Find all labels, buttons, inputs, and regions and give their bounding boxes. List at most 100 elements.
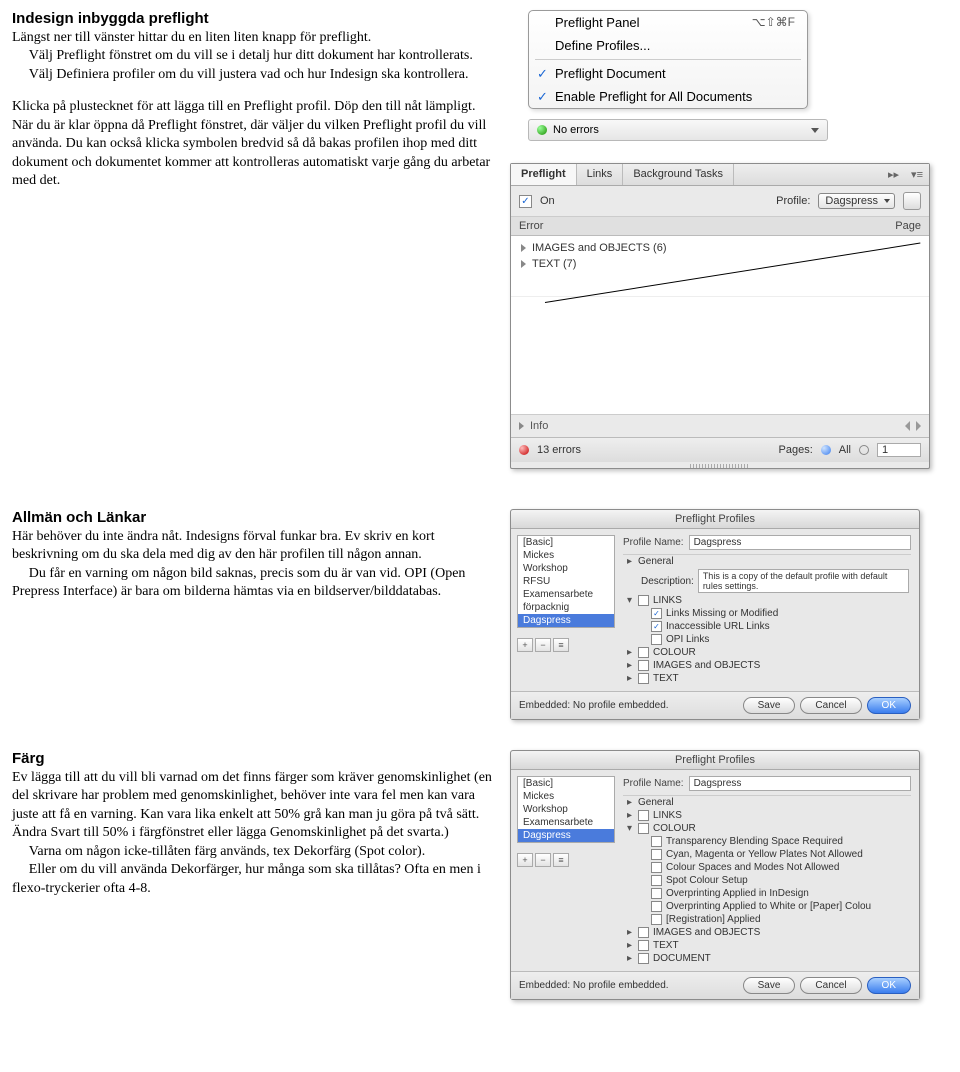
- cat-row[interactable]: ▸LINKS: [623, 809, 911, 822]
- sidebar-item[interactable]: RFSU: [518, 575, 614, 588]
- cat-row[interactable]: ▸IMAGES and OBJECTS: [623, 926, 911, 939]
- cat-row[interactable]: ▸COLOUR: [623, 646, 911, 659]
- profile-menu-button[interactable]: ≡: [553, 853, 569, 867]
- cat-checkbox[interactable]: [638, 927, 649, 938]
- cat-checkbox[interactable]: [638, 953, 649, 964]
- cat-checkbox[interactable]: [651, 849, 662, 860]
- menu-preflight-panel[interactable]: Preflight Panel ⌥⇧⌘F: [529, 11, 807, 34]
- cat-row[interactable]: Overprinting Applied in InDesign: [623, 887, 911, 900]
- disclosure-icon[interactable]: ▸: [625, 660, 634, 671]
- cat-checkbox[interactable]: [651, 875, 662, 886]
- disclosure-icon[interactable]: ▸: [625, 810, 634, 821]
- cat-row[interactable]: Transparency Blending Space Required: [623, 835, 911, 848]
- cat-row[interactable]: ▸TEXT: [623, 939, 911, 952]
- profile-menu-button[interactable]: ≡: [553, 638, 569, 652]
- disclosure-icon[interactable]: ▸: [625, 797, 634, 808]
- cat-checkbox[interactable]: [651, 862, 662, 873]
- tab-preflight[interactable]: Preflight: [511, 164, 577, 185]
- sidebar-item[interactable]: Examensarbete: [518, 588, 614, 601]
- panel-menu-icon[interactable]: ▾≡: [905, 164, 929, 185]
- sidebar-item[interactable]: Dagspress: [518, 829, 614, 842]
- sidebar-item[interactable]: Workshop: [518, 803, 614, 816]
- cat-checkbox[interactable]: [638, 810, 649, 821]
- cat-row[interactable]: [Registration] Applied: [623, 913, 911, 926]
- disclosure-icon[interactable]: ▸: [625, 673, 634, 684]
- menu-enable-all-documents[interactable]: Enable Preflight for All Documents: [529, 85, 807, 108]
- add-profile-button[interactable]: +: [517, 638, 533, 652]
- sidebar-item[interactable]: Mickes: [518, 790, 614, 803]
- cancel-button[interactable]: Cancel: [800, 697, 861, 714]
- prev-error-icon[interactable]: [905, 421, 910, 431]
- cat-row[interactable]: Spot Colour Setup: [623, 874, 911, 887]
- cat-checkbox[interactable]: [638, 823, 649, 834]
- disclosure-icon[interactable]: ▾: [625, 595, 634, 606]
- pages-all-radio[interactable]: [821, 445, 831, 455]
- disclosure-icon[interactable]: [519, 422, 524, 430]
- embed-profile-button[interactable]: [903, 192, 921, 210]
- description-field[interactable]: This is a copy of the default profile wi…: [698, 569, 909, 593]
- add-profile-button[interactable]: +: [517, 853, 533, 867]
- cat-row[interactable]: ▾LINKS: [623, 594, 911, 607]
- sidebar-item[interactable]: Examensarbete: [518, 816, 614, 829]
- disclosure-icon[interactable]: ▸: [625, 927, 634, 938]
- cancel-button[interactable]: Cancel: [800, 977, 861, 994]
- ok-button[interactable]: OK: [867, 697, 911, 714]
- panel-collapse-icon[interactable]: ▸▸: [882, 164, 905, 185]
- cat-row[interactable]: Cyan, Magenta or Yellow Plates Not Allow…: [623, 848, 911, 861]
- cat-checkbox[interactable]: [638, 647, 649, 658]
- profile-name-field[interactable]: Dagspress: [689, 776, 911, 791]
- profile-name-field[interactable]: Dagspress: [689, 535, 911, 550]
- cat-row[interactable]: Colour Spaces and Modes Not Allowed: [623, 861, 911, 874]
- cat-checkbox[interactable]: [638, 940, 649, 951]
- cat-checkbox[interactable]: ✓: [651, 621, 662, 632]
- list-item[interactable]: IMAGES and OBJECTS (6): [511, 240, 929, 256]
- disclosure-icon[interactable]: ▾: [625, 823, 634, 834]
- preflight-on-checkbox[interactable]: ✓: [519, 195, 532, 208]
- cat-row[interactable]: ▸General: [623, 796, 911, 809]
- sidebar-item[interactable]: Workshop: [518, 562, 614, 575]
- cat-checkbox[interactable]: [638, 660, 649, 671]
- cat-row[interactable]: ▾COLOUR: [623, 822, 911, 835]
- sidebar-item[interactable]: [Basic]: [518, 536, 614, 549]
- sidebar-item[interactable]: [Basic]: [518, 777, 614, 790]
- tab-links[interactable]: Links: [577, 164, 624, 185]
- menu-define-profiles[interactable]: Define Profiles...: [529, 34, 807, 57]
- cat-row[interactable]: ▸General: [623, 555, 911, 568]
- cat-checkbox[interactable]: [651, 901, 662, 912]
- profile-select[interactable]: Dagspress: [818, 193, 895, 209]
- dropdown-icon[interactable]: [811, 128, 819, 133]
- resize-grip-icon[interactable]: [690, 464, 750, 468]
- sidebar-item[interactable]: Mickes: [518, 549, 614, 562]
- delete-profile-button[interactable]: −: [535, 853, 551, 867]
- list-item[interactable]: TEXT (7): [511, 256, 929, 272]
- cat-row[interactable]: ✓Links Missing or Modified: [623, 607, 911, 620]
- cat-checkbox[interactable]: [638, 595, 649, 606]
- cat-checkbox[interactable]: [651, 914, 662, 925]
- cat-checkbox[interactable]: [651, 634, 662, 645]
- save-button[interactable]: Save: [743, 977, 796, 994]
- delete-profile-button[interactable]: −: [535, 638, 551, 652]
- menu-preflight-document[interactable]: Preflight Document: [529, 62, 807, 85]
- cat-row[interactable]: ▸IMAGES and OBJECTS: [623, 659, 911, 672]
- cat-checkbox[interactable]: [651, 888, 662, 899]
- cat-row[interactable]: ▸DOCUMENT: [623, 952, 911, 965]
- save-button[interactable]: Save: [743, 697, 796, 714]
- ok-button[interactable]: OK: [867, 977, 911, 994]
- cat-row[interactable]: Overprinting Applied to White or [Paper]…: [623, 900, 911, 913]
- sidebar-item[interactable]: Dagspress: [518, 614, 614, 627]
- cat-checkbox[interactable]: [638, 673, 649, 684]
- disclosure-icon[interactable]: [521, 244, 526, 252]
- cat-checkbox[interactable]: ✓: [651, 608, 662, 619]
- preflight-status-bar[interactable]: No errors: [528, 119, 828, 141]
- cat-checkbox[interactable]: [651, 836, 662, 847]
- cat-row[interactable]: OPI Links: [623, 633, 911, 646]
- disclosure-icon[interactable]: [521, 260, 526, 268]
- next-error-icon[interactable]: [916, 421, 921, 431]
- page-field[interactable]: 1: [877, 443, 921, 457]
- disclosure-icon[interactable]: ▸: [625, 953, 634, 964]
- disclosure-icon[interactable]: ▸: [625, 647, 634, 658]
- cat-row[interactable]: ▸TEXT: [623, 672, 911, 685]
- disclosure-icon[interactable]: ▸: [625, 940, 634, 951]
- sidebar-item[interactable]: förpacknig: [518, 601, 614, 614]
- cat-row[interactable]: ✓Inaccessible URL Links: [623, 620, 911, 633]
